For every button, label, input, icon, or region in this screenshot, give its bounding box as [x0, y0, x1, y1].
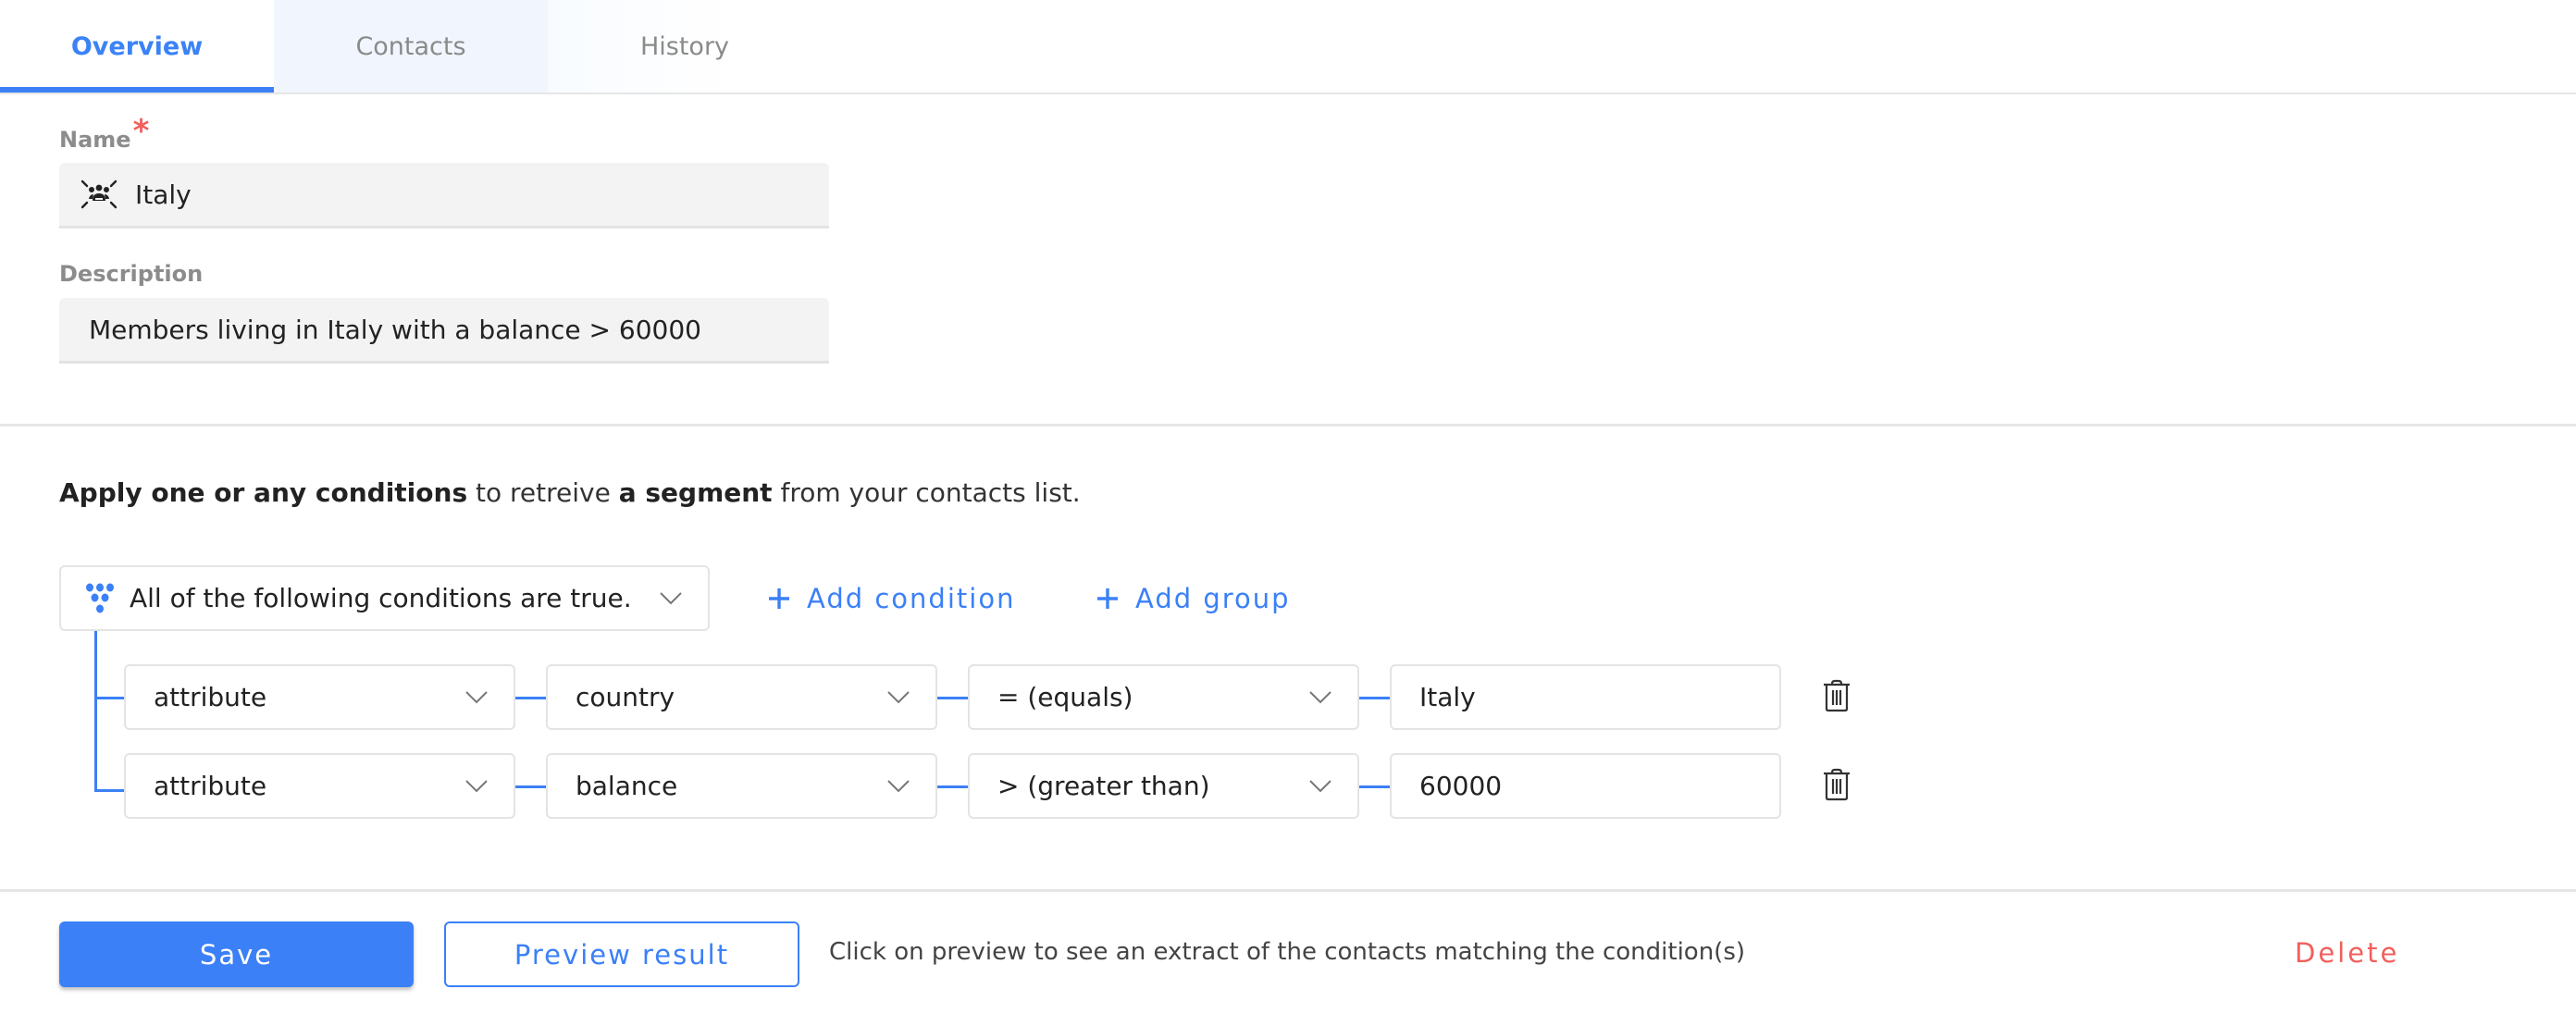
- group-mode-value: All of the following conditions are true…: [130, 583, 632, 613]
- save-label: Save: [199, 938, 274, 971]
- condition-operator-select[interactable]: > (greater than): [968, 753, 1359, 819]
- intro-text-2: to retreive: [467, 477, 619, 508]
- description-value: Members living in Italy with a balance >…: [89, 314, 701, 345]
- chevron-down-icon: [465, 779, 488, 792]
- name-label-text: Name: [59, 127, 131, 153]
- add-condition-label: Add condition: [807, 583, 1016, 614]
- preview-label: Preview result: [514, 938, 730, 971]
- condition-field-value: balance: [576, 771, 678, 801]
- group-mode-select[interactable]: All of the following conditions are true…: [59, 565, 710, 631]
- condition-type-select[interactable]: attribute: [124, 753, 515, 819]
- name-field[interactable]: Italy: [59, 163, 829, 229]
- plus-icon: [1097, 588, 1118, 609]
- connector-line: [1359, 785, 1390, 788]
- condition-operator-value: > (greater than): [997, 771, 1210, 801]
- add-group-label: Add group: [1135, 583, 1291, 614]
- footer-divider: [0, 889, 2576, 892]
- condition-type-value: attribute: [154, 682, 267, 712]
- tab-history-label: History: [639, 31, 730, 61]
- preview-help-text: Click on preview to see an extract of th…: [829, 938, 1746, 966]
- group-people-icon: [80, 179, 118, 209]
- chevron-down-icon: [887, 690, 910, 703]
- connector-line: [937, 697, 968, 699]
- tab-overview[interactable]: Overview: [0, 0, 274, 93]
- condition-value-input[interactable]: Italy: [1390, 664, 1781, 730]
- tree-line-branch: [94, 697, 124, 699]
- tab-contacts-label: Contacts: [355, 31, 466, 61]
- intro-bold-1: Apply one or any conditions: [59, 477, 468, 508]
- chevron-down-icon: [1309, 779, 1331, 792]
- condition-value-text: Italy: [1419, 682, 1476, 712]
- chevron-down-icon: [660, 591, 682, 604]
- chevron-down-icon: [887, 779, 910, 792]
- condition-value-input[interactable]: 60000: [1390, 753, 1781, 819]
- trash-icon[interactable]: [1823, 679, 1851, 712]
- description-label: Description: [59, 261, 204, 287]
- connector-line: [515, 785, 546, 788]
- tab-contacts[interactable]: Contacts: [274, 0, 548, 93]
- description-field[interactable]: Members living in Italy with a balance >…: [59, 298, 829, 364]
- tree-line-branch: [94, 789, 124, 792]
- name-value: Italy: [135, 179, 192, 210]
- add-group-button[interactable]: Add group: [1096, 575, 1291, 622]
- condition-field-select[interactable]: country: [546, 664, 937, 730]
- tab-overview-label: Overview: [70, 31, 204, 61]
- section-divider: [0, 424, 2576, 427]
- condition-type-select[interactable]: attribute: [124, 664, 515, 730]
- required-asterisk: *: [132, 113, 150, 150]
- tree-line-vertical: [94, 631, 97, 792]
- segment-dots-icon: [86, 583, 114, 612]
- connector-line: [937, 785, 968, 788]
- chevron-down-icon: [1309, 690, 1331, 703]
- delete-button[interactable]: Delete: [2295, 937, 2399, 969]
- tab-bar: Overview Contacts History: [0, 0, 2576, 94]
- condition-field-select[interactable]: balance: [546, 753, 937, 819]
- connector-line: [515, 697, 546, 699]
- intro-text-4: from your contacts list.: [772, 477, 1081, 508]
- condition-operator-select[interactable]: = (equals): [968, 664, 1359, 730]
- condition-value-text: 60000: [1419, 771, 1503, 801]
- plus-icon: [769, 588, 789, 609]
- trash-icon[interactable]: [1823, 768, 1851, 801]
- chevron-down-icon: [465, 690, 488, 703]
- condition-operator-value: = (equals): [997, 682, 1133, 712]
- intro-bold-3: a segment: [618, 477, 773, 508]
- preview-result-button[interactable]: Preview result: [444, 921, 799, 987]
- condition-type-value: attribute: [154, 771, 267, 801]
- name-label: Name*: [59, 113, 149, 155]
- connector-line: [1359, 697, 1390, 699]
- add-condition-button[interactable]: Add condition: [768, 575, 1015, 622]
- condition-field-value: country: [576, 682, 675, 712]
- save-button[interactable]: Save: [59, 921, 414, 987]
- tab-history[interactable]: History: [548, 0, 822, 93]
- conditions-intro: Apply one or any conditions to retreive …: [59, 477, 1081, 508]
